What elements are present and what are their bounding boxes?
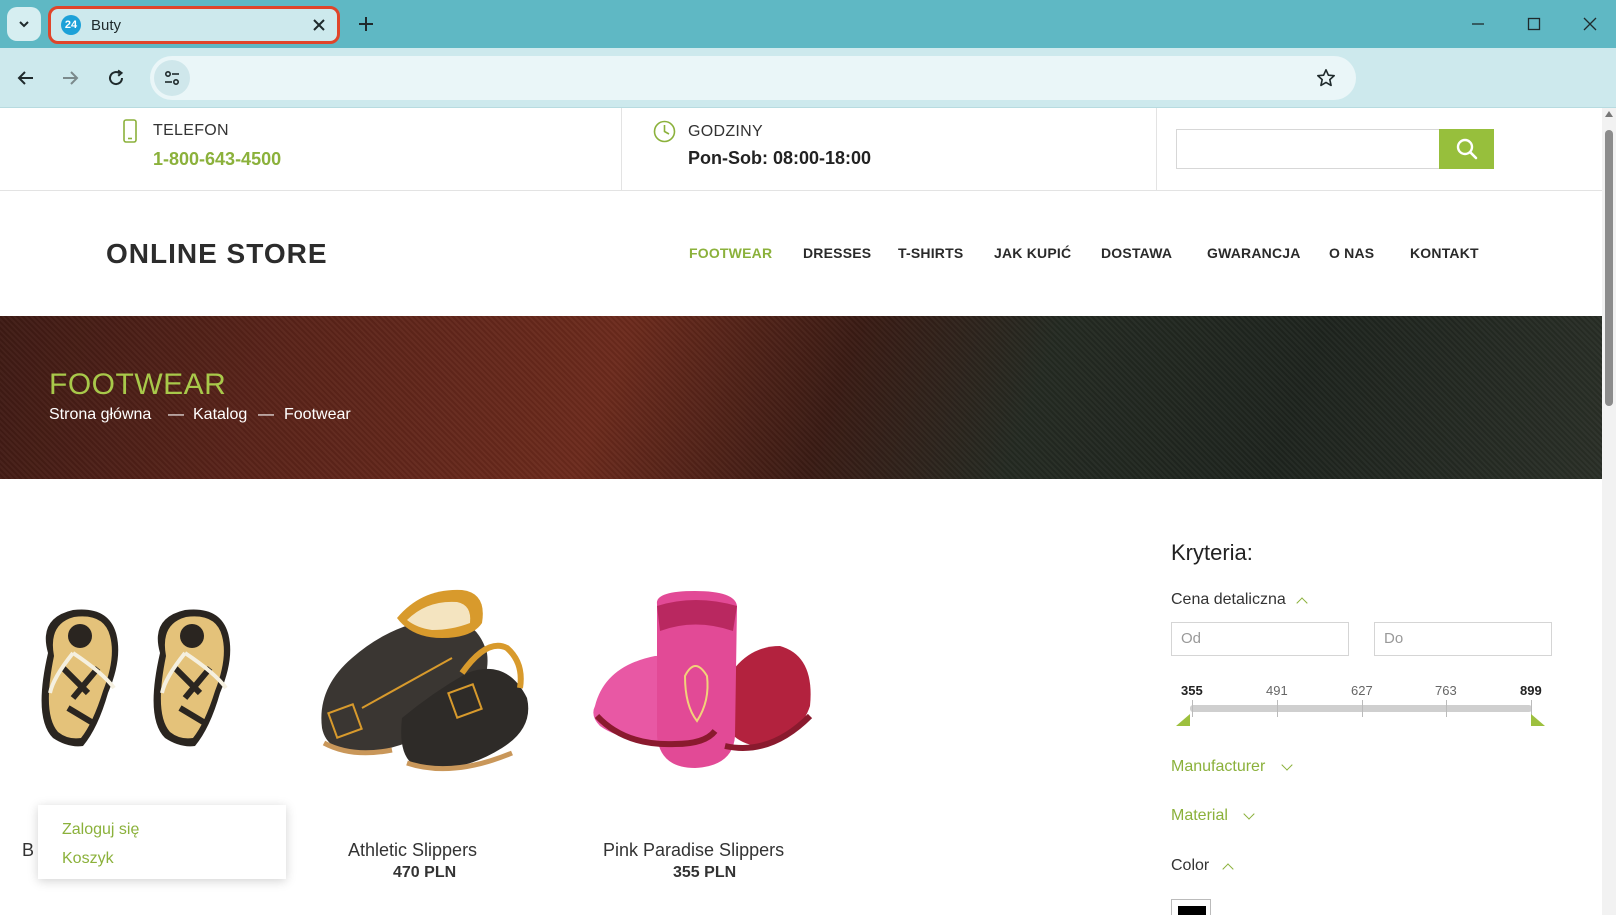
reload-icon	[109, 69, 124, 86]
slider-tick	[1362, 700, 1363, 717]
site-info-button[interactable]	[154, 60, 190, 96]
info-divider	[621, 108, 622, 190]
star-icon	[1317, 69, 1335, 87]
reload-button[interactable]	[98, 60, 134, 96]
plus-icon	[359, 17, 373, 31]
page-scrollbar[interactable]	[1602, 108, 1616, 915]
breadcrumb-separator: —	[168, 406, 184, 423]
browser-toolbar	[0, 48, 1616, 108]
close-icon	[313, 19, 325, 31]
product-image-athletic-slippers[interactable]	[302, 578, 542, 783]
slider-tick	[1277, 700, 1278, 717]
chevron-down-icon	[19, 21, 29, 28]
slider-tick-label: 627	[1351, 683, 1373, 698]
price-slider-min-handle[interactable]	[1176, 714, 1190, 726]
cart-link[interactable]: Koszyk	[62, 850, 114, 868]
minimize-button[interactable]	[1450, 0, 1506, 48]
filters-title: Kryteria:	[1171, 540, 1253, 565]
breadcrumb-catalog[interactable]: Katalog	[193, 406, 247, 424]
new-tab-button[interactable]	[350, 8, 382, 40]
minimize-icon	[1472, 23, 1484, 25]
address-bar[interactable]	[150, 56, 1356, 100]
product-image-pink-slippers[interactable]	[585, 586, 820, 776]
chevron-up-icon	[1222, 863, 1234, 875]
hours-label: GODZINY	[688, 123, 763, 140]
tab-search-button[interactable]	[7, 7, 41, 41]
login-link[interactable]: Zaloguj się	[62, 821, 139, 839]
price-filter-toggle[interactable]: Cena detaliczna	[1171, 591, 1286, 609]
search-button[interactable]	[1439, 129, 1494, 169]
search-icon	[1456, 138, 1477, 160]
nav-kontakt[interactable]: KONTAKT	[1410, 245, 1479, 261]
price-to-input[interactable]: Do	[1374, 622, 1552, 656]
clock-icon	[653, 120, 676, 143]
color-swatch-black[interactable]	[1171, 899, 1211, 915]
bookmark-button[interactable]	[1308, 60, 1344, 96]
price-slider-track[interactable]	[1190, 705, 1532, 712]
category-banner: FOOTWEAR Strona główna — Katalog — Footw…	[0, 316, 1602, 479]
browser-tab-strip: 24 Buty	[0, 0, 1616, 48]
color-filter-toggle[interactable]: Color	[1171, 857, 1209, 875]
product-price: 470 PLN	[393, 864, 457, 881]
forward-button[interactable]	[52, 60, 88, 96]
product-image-flip-flops[interactable]	[28, 598, 258, 758]
price-from-input[interactable]: Od	[1171, 622, 1349, 656]
maximize-icon	[1527, 17, 1541, 31]
phone-number[interactable]: 1-800-643-4500	[153, 149, 281, 170]
close-window-button[interactable]	[1562, 0, 1616, 48]
phone-label: TELEFON	[153, 122, 229, 139]
product-price: 355 PLN	[673, 864, 737, 881]
chevron-down-icon	[1243, 808, 1255, 820]
arrow-right-icon	[63, 71, 79, 85]
back-button[interactable]	[8, 60, 44, 96]
product-name[interactable]: B	[22, 840, 34, 861]
chevron-up-icon	[1296, 597, 1308, 609]
tab-title: Buty	[91, 16, 122, 34]
material-filter-toggle[interactable]: Material	[1171, 807, 1228, 825]
tab-close-button[interactable]	[305, 11, 333, 39]
hours-value: Pon-Sob: 08:00-18:00	[688, 148, 872, 168]
info-divider	[1156, 108, 1157, 190]
slider-tick-label: 763	[1435, 683, 1457, 698]
page-viewport: TELEFON 1-800-643-4500 GODZINY Pon-Sob: …	[0, 108, 1602, 915]
tab-favicon-icon: 24	[61, 15, 81, 35]
chevron-down-icon	[1281, 759, 1293, 771]
nav-dostawa[interactable]: DOSTAWA	[1101, 245, 1172, 261]
arrow-left-icon	[17, 71, 33, 85]
phone-icon	[123, 119, 137, 143]
tune-icon	[164, 70, 180, 86]
slider-tick	[1446, 700, 1447, 717]
nav-o-nas[interactable]: O NAS	[1329, 245, 1374, 261]
slider-tick-label: 899	[1520, 683, 1542, 698]
account-popup-menu: Zaloguj się Koszyk	[38, 805, 286, 879]
nav-footwear[interactable]: FOOTWEAR	[689, 245, 772, 261]
slider-tick-label: 355	[1181, 683, 1203, 698]
scroll-up-arrow[interactable]	[1605, 111, 1613, 117]
price-slider-max-handle[interactable]	[1531, 714, 1545, 726]
browser-tab[interactable]: 24 Buty	[48, 6, 340, 44]
breadcrumb-home[interactable]: Strona główna	[49, 406, 151, 424]
breadcrumb-current: Footwear	[284, 406, 351, 423]
search-input[interactable]	[1176, 129, 1439, 169]
store-logo[interactable]: ONLINE STORE	[106, 238, 328, 270]
nav-dresses[interactable]: DRESSES	[803, 245, 871, 261]
maximize-button[interactable]	[1506, 0, 1562, 48]
nav-t-shirts[interactable]: T-SHIRTS	[898, 245, 963, 261]
page-title: FOOTWEAR	[49, 368, 227, 401]
slider-tick	[1192, 700, 1193, 717]
scrollbar-thumb[interactable]	[1605, 130, 1613, 406]
product-name[interactable]: Athletic Slippers	[348, 840, 477, 861]
nav-jak-kupic[interactable]: JAK KUPIĆ	[994, 245, 1071, 261]
color-swatch-fill	[1178, 906, 1206, 915]
product-name[interactable]: Pink Paradise Slippers	[603, 840, 784, 861]
nav-gwarancja[interactable]: GWARANCJA	[1207, 245, 1301, 261]
manufacturer-filter-toggle[interactable]: Manufacturer	[1171, 758, 1265, 776]
slider-tick-label: 491	[1266, 683, 1288, 698]
close-icon	[1583, 17, 1597, 31]
contact-info-bar: TELEFON 1-800-643-4500 GODZINY Pon-Sob: …	[0, 108, 1602, 191]
breadcrumb-separator: —	[258, 406, 274, 423]
